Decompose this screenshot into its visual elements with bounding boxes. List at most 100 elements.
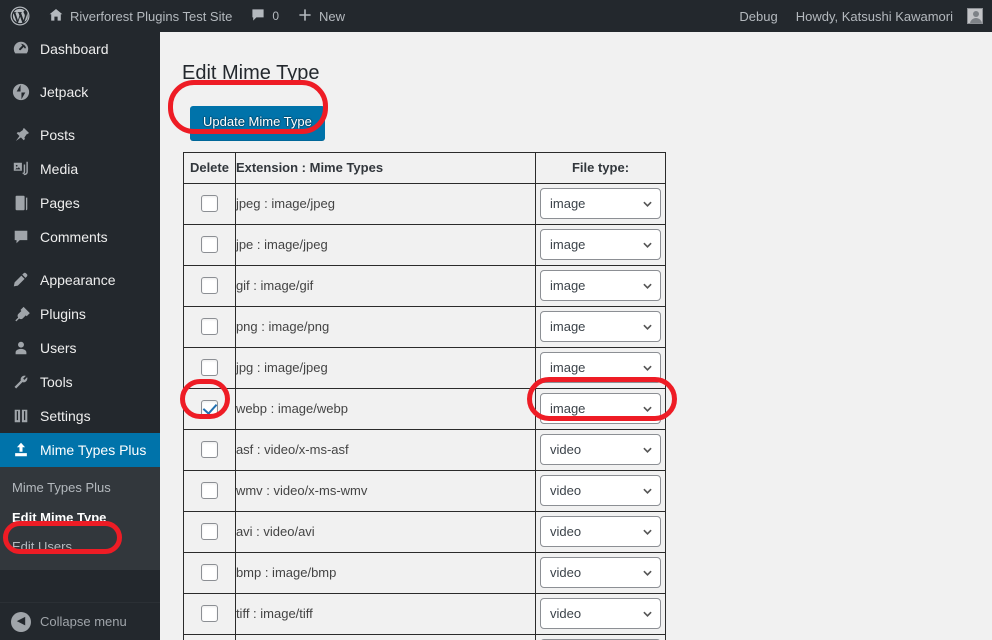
cell-extension-mime-type: avi : video/avi bbox=[235, 511, 535, 552]
collapse-menu-label: Collapse menu bbox=[40, 614, 127, 629]
media-icon bbox=[11, 159, 31, 179]
filetype-select[interactable]: imagevideoaudiodocumentspreadsheetintera… bbox=[540, 434, 661, 465]
sidebar-item-pages[interactable]: Pages bbox=[0, 186, 160, 220]
delete-checkbox[interactable] bbox=[201, 236, 218, 253]
filetype-select[interactable]: imagevideoaudiodocumentspreadsheetintera… bbox=[540, 188, 661, 219]
delete-checkbox[interactable] bbox=[201, 523, 218, 540]
delete-checkbox[interactable] bbox=[201, 482, 218, 499]
filetype-select-wrapper: imagevideoaudiodocumentspreadsheetintera… bbox=[540, 229, 661, 260]
delete-checkbox[interactable] bbox=[201, 318, 218, 335]
sidebar-item-settings[interactable]: Settings bbox=[0, 399, 160, 433]
new-content-menu[interactable]: New bbox=[288, 0, 354, 32]
table-row: bmp : image/bmpimagevideoaudiodocumentsp… bbox=[184, 552, 666, 593]
delete-checkbox[interactable] bbox=[201, 564, 218, 581]
cell-delete bbox=[184, 183, 236, 224]
cell-filetype: imagevideoaudiodocumentspreadsheetintera… bbox=[536, 183, 666, 224]
collapse-menu-button[interactable]: ◀ Collapse menu bbox=[0, 602, 160, 640]
debug-label: Debug bbox=[739, 9, 777, 24]
comment-icon bbox=[11, 227, 31, 247]
filetype-select-wrapper: imagevideoaudiodocumentspreadsheetintera… bbox=[540, 188, 661, 219]
filetype-select[interactable]: imagevideoaudiodocumentspreadsheetintera… bbox=[540, 270, 661, 301]
sidebar-submenu-edit-users[interactable]: Edit Users bbox=[0, 532, 160, 562]
table-head: Delete Extension : Mime Types File type: bbox=[184, 152, 666, 183]
sidebar-submenu-edit-mime-type[interactable]: Edit Mime Type bbox=[0, 503, 160, 533]
admin-sidebar: Dashboard Jetpack PostsMedia Pages Comments A… bbox=[0, 32, 160, 640]
sidebar-separator bbox=[0, 66, 160, 75]
filetype-select-wrapper: imagevideoaudiodocumentspreadsheetintera… bbox=[540, 434, 661, 465]
cell-filetype: imagevideoaudiodocumentspreadsheetintera… bbox=[536, 552, 666, 593]
sidebar-item-jetpack[interactable]: Jetpack bbox=[0, 75, 160, 109]
cell-extension-mime-type: wmv : video/x-ms-wmv bbox=[235, 470, 535, 511]
table-row: webp : image/webpimagevideoaudiodocument… bbox=[184, 388, 666, 429]
cell-delete bbox=[184, 265, 236, 306]
admin-submenu-mime-types-plus: Mime Types PlusEdit Mime TypeEdit Users bbox=[0, 467, 160, 570]
filetype-select[interactable]: imagevideoaudiodocumentspreadsheetintera… bbox=[540, 393, 661, 424]
sidebar-separator bbox=[0, 109, 160, 118]
filetype-select[interactable]: imagevideoaudiodocumentspreadsheetintera… bbox=[540, 475, 661, 506]
page-icon bbox=[11, 193, 31, 213]
sidebar-separator bbox=[0, 254, 160, 263]
filetype-select[interactable]: imagevideoaudiodocumentspreadsheetintera… bbox=[540, 516, 661, 547]
cell-delete bbox=[184, 347, 236, 388]
wordpress-logo-button[interactable] bbox=[0, 0, 39, 32]
sidebar-item-label: Settings bbox=[40, 409, 91, 423]
column-header-filetype: File type: bbox=[536, 152, 666, 183]
sidebar-item-plugins[interactable]: Plugins bbox=[0, 297, 160, 331]
filetype-select[interactable]: imagevideoaudiodocumentspreadsheetintera… bbox=[540, 352, 661, 383]
comment-bubble-icon bbox=[250, 7, 266, 26]
table-row: avi : video/aviimagevideoaudiodocumentsp… bbox=[184, 511, 666, 552]
my-account-menu[interactable]: Howdy, Katsushi Kawamori bbox=[787, 0, 992, 32]
comments-menu[interactable]: 0 bbox=[241, 0, 288, 32]
sidebar-item-posts[interactable]: Posts bbox=[0, 118, 160, 152]
site-name-menu[interactable]: Riverforest Plugins Test Site bbox=[39, 0, 241, 32]
filetype-select[interactable]: imagevideoaudiodocumentspreadsheetintera… bbox=[540, 557, 661, 588]
delete-checkbox[interactable] bbox=[201, 605, 218, 622]
cell-filetype: imagevideoaudiodocumentspreadsheetintera… bbox=[536, 511, 666, 552]
sidebar-item-label: Users bbox=[40, 341, 77, 355]
delete-checkbox[interactable] bbox=[201, 195, 218, 212]
sidebar-item-label: Jetpack bbox=[40, 85, 88, 99]
filetype-select-wrapper: imagevideoaudiodocumentspreadsheetintera… bbox=[540, 393, 661, 424]
delete-checkbox[interactable] bbox=[201, 441, 218, 458]
debug-menu[interactable]: Debug bbox=[730, 0, 786, 32]
table-row: asf : video/x-ms-asfimagevideoaudiodocum… bbox=[184, 429, 666, 470]
sidebar-submenu-mime-types-plus[interactable]: Mime Types Plus bbox=[0, 473, 160, 503]
upload-icon bbox=[11, 440, 31, 460]
sidebar-item-label: Appearance bbox=[40, 273, 116, 287]
sidebar-item-appearance[interactable]: Appearance bbox=[0, 263, 160, 297]
table-row: png : image/pngimagevideoaudiodocumentsp… bbox=[184, 306, 666, 347]
delete-checkbox[interactable] bbox=[201, 277, 218, 294]
jetpack-icon bbox=[11, 82, 31, 102]
sidebar-item-label: Pages bbox=[40, 196, 80, 210]
cell-filetype: imagevideoaudiodocumentspreadsheetintera… bbox=[536, 265, 666, 306]
delete-checkbox[interactable] bbox=[201, 359, 218, 376]
cell-delete bbox=[184, 388, 236, 429]
sidebar-item-label: Comments bbox=[40, 230, 108, 244]
cell-extension-mime-type: png : image/png bbox=[235, 306, 535, 347]
sidebar-item-media[interactable]: Media bbox=[0, 152, 160, 186]
table-row: wmv : video/x-ms-wmvimagevideoaudiodocum… bbox=[184, 470, 666, 511]
cell-extension-mime-type: asf : video/x-ms-asf bbox=[235, 429, 535, 470]
wordpress-logo-icon bbox=[10, 6, 30, 26]
delete-checkbox[interactable] bbox=[201, 400, 218, 417]
filetype-select[interactable]: imagevideoaudiodocumentspreadsheetintera… bbox=[540, 229, 661, 260]
filetype-select[interactable]: imagevideoaudiodocumentspreadsheetintera… bbox=[540, 311, 661, 342]
admin-menu-list: Dashboard Jetpack PostsMedia Pages Comments A… bbox=[0, 32, 160, 467]
filetype-select-wrapper: imagevideoaudiodocumentspreadsheetintera… bbox=[540, 598, 661, 629]
sliders-icon bbox=[11, 406, 31, 426]
cell-extension-mime-type: jpeg : image/jpeg bbox=[235, 183, 535, 224]
cell-filetype: imagevideoaudiodocumentspreadsheetintera… bbox=[536, 306, 666, 347]
cell-filetype: imagevideoaudiodocumentspreadsheetintera… bbox=[536, 634, 666, 640]
sidebar-item-mime-types-plus[interactable]: Mime Types Plus bbox=[0, 433, 160, 467]
sidebar-item-label: Dashboard bbox=[40, 42, 109, 56]
sidebar-item-tools[interactable]: Tools bbox=[0, 365, 160, 399]
update-mime-type-button[interactable]: Update Mime Type bbox=[190, 106, 325, 140]
filetype-select[interactable]: imagevideoaudiodocumentspreadsheetintera… bbox=[540, 598, 661, 629]
table-header-row: Delete Extension : Mime Types File type: bbox=[184, 152, 666, 183]
sidebar-item-comments[interactable]: Comments bbox=[0, 220, 160, 254]
cell-filetype: imagevideoaudiodocumentspreadsheetintera… bbox=[536, 593, 666, 634]
dashboard-icon bbox=[11, 39, 31, 59]
sidebar-item-users[interactable]: Users bbox=[0, 331, 160, 365]
sidebar-item-dashboard[interactable]: Dashboard bbox=[0, 32, 160, 66]
cell-delete bbox=[184, 634, 236, 640]
